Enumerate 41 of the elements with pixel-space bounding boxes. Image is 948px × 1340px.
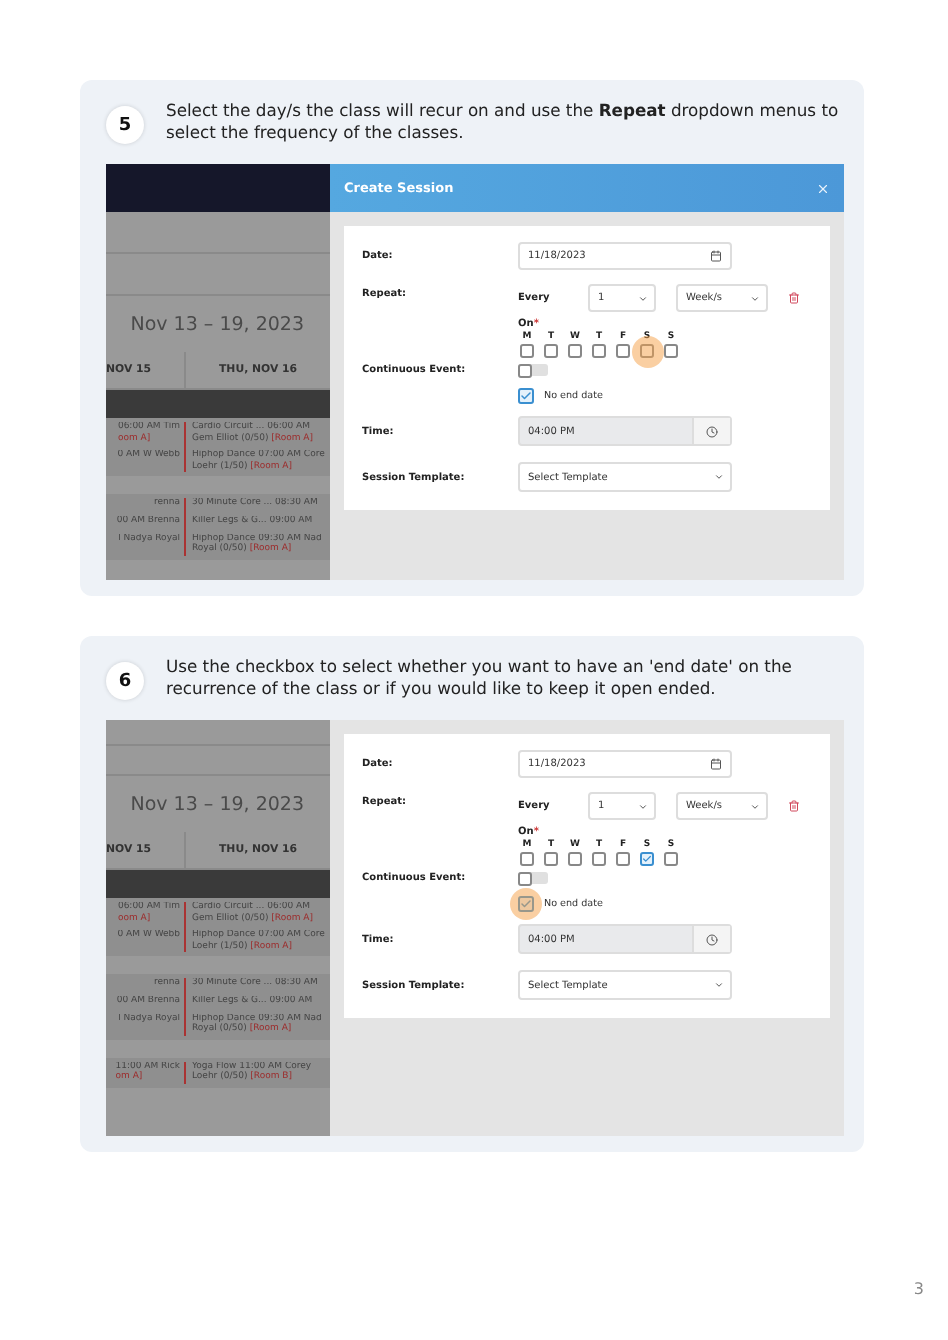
page-number: 3 bbox=[913, 1280, 924, 1298]
checkbox[interactable] bbox=[664, 852, 678, 866]
checkbox[interactable] bbox=[640, 344, 654, 358]
close-icon[interactable] bbox=[816, 181, 830, 195]
chevron-icon bbox=[714, 472, 724, 482]
check-icon bbox=[642, 854, 652, 864]
trash-icon[interactable] bbox=[788, 292, 800, 304]
chevron-icon bbox=[750, 801, 760, 811]
chevron-icon bbox=[750, 293, 760, 303]
checkbox[interactable] bbox=[544, 344, 558, 358]
calendar-icon bbox=[710, 250, 722, 262]
checkbox[interactable] bbox=[664, 344, 678, 358]
checkbox[interactable] bbox=[616, 344, 630, 358]
toggle-switch[interactable] bbox=[518, 872, 548, 884]
checkbox[interactable] bbox=[592, 852, 606, 866]
toggle-switch[interactable] bbox=[518, 364, 548, 376]
trash-icon[interactable] bbox=[788, 800, 800, 812]
checkbox[interactable] bbox=[568, 344, 582, 358]
week-title: Nov 13 – 19, 2023 bbox=[128, 311, 306, 339]
chevron-icon bbox=[714, 980, 724, 990]
step-number: 5 bbox=[106, 106, 144, 144]
checkbox[interactable] bbox=[592, 344, 606, 358]
checkbox[interactable] bbox=[544, 852, 558, 866]
week-title: Nov 13 – 19, 2023 bbox=[128, 791, 306, 819]
checkbox[interactable] bbox=[518, 896, 534, 912]
step-instruction: Select the day/s the class will recur on and use the Repeat dropdown menus to select the frequency of the classes. bbox=[166, 100, 841, 142]
checkbox[interactable] bbox=[520, 344, 534, 358]
check-icon bbox=[520, 390, 532, 402]
checkbox[interactable] bbox=[640, 852, 654, 866]
clock-icon bbox=[706, 933, 718, 945]
checkbox[interactable] bbox=[520, 852, 534, 866]
calendar-icon bbox=[710, 758, 722, 770]
step-instruction: Use the checkbox to select whether you want to have an 'end date' on the recurrence of the class or if you would like to keep it open ended. bbox=[166, 656, 794, 698]
check-icon bbox=[520, 898, 532, 910]
clock-icon bbox=[706, 425, 718, 437]
chevron-icon bbox=[638, 801, 648, 811]
chevron-icon bbox=[638, 293, 648, 303]
checkbox[interactable] bbox=[616, 852, 630, 866]
step-number: 6 bbox=[106, 662, 144, 700]
checkbox[interactable] bbox=[568, 852, 582, 866]
checkbox[interactable] bbox=[518, 388, 534, 404]
